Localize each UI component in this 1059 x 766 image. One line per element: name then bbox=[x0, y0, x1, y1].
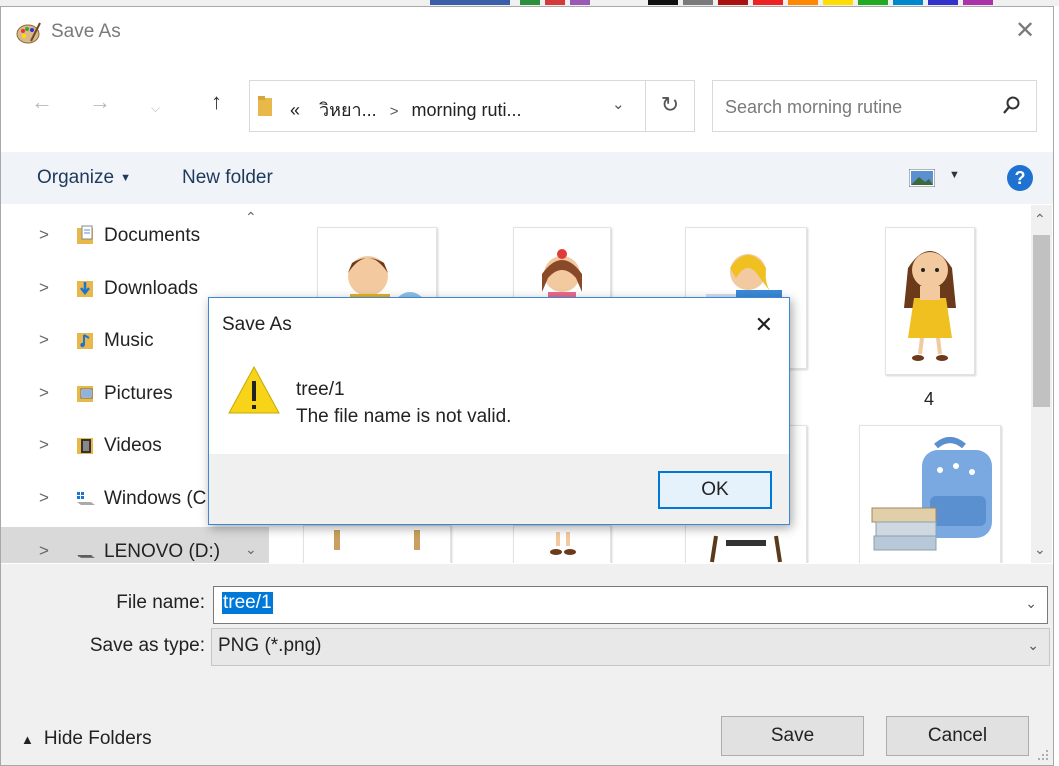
search-icon[interactable] bbox=[1002, 95, 1022, 115]
chevron-right-icon[interactable]: > bbox=[39, 435, 49, 455]
chevron-right-icon[interactable]: > bbox=[39, 541, 49, 561]
downloads-folder-icon bbox=[77, 281, 93, 297]
forward-arrow-icon[interactable]: → bbox=[89, 91, 111, 113]
sidebar-item-windows-drive[interactable]: > Windows (C bbox=[1, 474, 241, 526]
new-folder-button[interactable]: New folder bbox=[182, 167, 273, 189]
chevron-right-icon[interactable]: > bbox=[39, 330, 49, 350]
breadcrumb-item[interactable]: วิหยา... bbox=[319, 100, 377, 120]
file-thumbnail[interactable] bbox=[885, 227, 975, 375]
sidebar-item-videos[interactable]: > Videos bbox=[1, 421, 241, 473]
view-options-caret-icon[interactable]: ▼ bbox=[949, 169, 960, 181]
error-filename: tree/1 bbox=[296, 379, 345, 400]
organize-label: Organize bbox=[37, 167, 115, 188]
windows-drive-icon bbox=[77, 492, 95, 505]
save-as-type-select[interactable]: PNG (*.png) ⌄ bbox=[211, 628, 1050, 666]
documents-folder-icon bbox=[77, 225, 93, 244]
chevron-down-icon[interactable]: ⌄ bbox=[1025, 595, 1037, 612]
drive-icon bbox=[77, 555, 95, 558]
search-input[interactable] bbox=[723, 93, 987, 121]
save-as-type-label: Save as type: bbox=[89, 635, 205, 656]
breadcrumb-separator-icon: > bbox=[389, 103, 399, 120]
hide-folders-button[interactable]: ▲ Hide Folders bbox=[21, 728, 152, 750]
close-icon[interactable]: ✕ bbox=[1013, 19, 1037, 43]
sidebar-item-label: Pictures bbox=[104, 383, 173, 404]
breadcrumb-item[interactable]: morning ruti... bbox=[411, 100, 521, 120]
chevron-down-icon[interactable]: ⌄ bbox=[1027, 637, 1039, 654]
command-bar: Organize ▼ New folder ▼ ? bbox=[1, 152, 1053, 204]
sidebar-item-label: Documents bbox=[104, 225, 201, 246]
chevron-right-icon[interactable]: > bbox=[39, 488, 49, 508]
help-icon[interactable]: ? bbox=[1007, 165, 1033, 191]
file-name-selected-text[interactable]: tree/1 bbox=[222, 592, 273, 614]
file-name-label: File name: bbox=[116, 592, 205, 613]
file-thumbnail[interactable] bbox=[303, 525, 451, 563]
hide-folders-label: Hide Folders bbox=[43, 728, 152, 749]
sidebar-item-lenovo-drive[interactable]: > LENOVO (D:) bbox=[1, 527, 269, 563]
vertical-scrollbar[interactable]: ⌃ ⌄ bbox=[1031, 205, 1052, 563]
back-arrow-icon[interactable]: ← bbox=[31, 91, 53, 113]
address-bar[interactable]: « วิหยา... > morning ruti... ⌄ ↻ bbox=[249, 80, 695, 132]
sidebar-item-documents[interactable]: > Documents bbox=[1, 211, 241, 263]
chevron-right-icon[interactable]: > bbox=[39, 225, 49, 245]
file-name-field[interactable]: tree/1 ⌄ bbox=[213, 586, 1048, 624]
file-caption[interactable]: 4 bbox=[885, 389, 973, 410]
error-message: The file name is not valid. bbox=[296, 406, 512, 427]
folder-icon bbox=[258, 96, 272, 116]
chevron-right-icon[interactable]: > bbox=[39, 383, 49, 403]
window-title: Save As bbox=[51, 21, 121, 42]
sidebar-item-pictures[interactable]: > Pictures bbox=[1, 369, 241, 421]
scrollbar-thumb[interactable] bbox=[1033, 235, 1050, 407]
search-box[interactable] bbox=[712, 80, 1037, 132]
dialog-button-bar: OK bbox=[209, 454, 789, 524]
address-dropdown-icon[interactable]: ⌄ bbox=[612, 95, 625, 113]
music-folder-icon bbox=[77, 333, 93, 349]
paint-palette-icon bbox=[16, 22, 41, 44]
nav-scroll-down-icon[interactable]: ⌄ bbox=[245, 541, 257, 558]
girl-phone-cartoon-image bbox=[904, 251, 956, 361]
navigation-bar: ← → ⌵ ↑ « วิหยา... > morning ruti... ⌄ ↻ bbox=[1, 59, 1053, 147]
pictures-folder-icon bbox=[77, 386, 93, 402]
close-icon[interactable]: ✕ bbox=[755, 312, 773, 338]
dialog-title: Save As bbox=[222, 314, 292, 335]
sidebar-item-music[interactable]: > Music bbox=[1, 316, 241, 368]
breadcrumb-overflow[interactable]: « bbox=[290, 100, 300, 120]
error-dialog: Save As ✕ tree/1 The file name is not va… bbox=[208, 297, 790, 525]
save-form-panel: File name: tree/1 ⌄ Save as type: PNG (*… bbox=[1, 564, 1053, 765]
change-view-icon[interactable] bbox=[909, 169, 935, 187]
sidebar-item-label: Music bbox=[104, 330, 154, 351]
ok-button[interactable]: OK bbox=[658, 471, 772, 509]
up-arrow-icon[interactable]: ↑ bbox=[211, 91, 222, 113]
sidebar-item-label: LENOVO (D:) bbox=[104, 541, 221, 562]
cancel-button[interactable]: Cancel bbox=[886, 716, 1029, 756]
file-thumbnail[interactable] bbox=[859, 425, 1001, 563]
sidebar-item-downloads[interactable]: > Downloads bbox=[1, 264, 241, 316]
organize-button[interactable]: Organize ▼ bbox=[37, 167, 131, 189]
nav-scroll-up-icon[interactable]: ⌃ bbox=[245, 209, 257, 226]
school-bag-books-image bbox=[871, 437, 992, 551]
image-thumbnail-preview bbox=[550, 532, 576, 555]
warning-icon bbox=[228, 365, 280, 414]
save-button[interactable]: Save bbox=[721, 716, 864, 756]
chevron-down-icon[interactable]: ⌵ bbox=[151, 97, 160, 119]
image-thumbnail-preview bbox=[334, 530, 420, 550]
scroll-up-icon[interactable]: ⌃ bbox=[1034, 211, 1046, 228]
sidebar-item-label: Videos bbox=[104, 435, 162, 456]
videos-folder-icon bbox=[77, 438, 93, 454]
sidebar-item-label: Windows (C bbox=[104, 488, 207, 509]
save-as-type-value: PNG (*.png) bbox=[218, 635, 322, 656]
resize-grip-icon[interactable] bbox=[1037, 749, 1049, 761]
breadcrumb: « วิหยา... > morning ruti... bbox=[290, 95, 522, 124]
chevron-right-icon[interactable]: > bbox=[39, 278, 49, 298]
caret-down-icon: ▼ bbox=[120, 171, 131, 184]
chevron-up-icon: ▲ bbox=[21, 732, 34, 747]
title-bar: Save As ✕ bbox=[1, 7, 1053, 59]
scroll-down-icon[interactable]: ⌄ bbox=[1034, 541, 1046, 558]
refresh-icon[interactable]: ↻ bbox=[645, 81, 694, 131]
sidebar-item-label: Downloads bbox=[104, 278, 198, 299]
file-thumbnail[interactable] bbox=[513, 525, 611, 563]
